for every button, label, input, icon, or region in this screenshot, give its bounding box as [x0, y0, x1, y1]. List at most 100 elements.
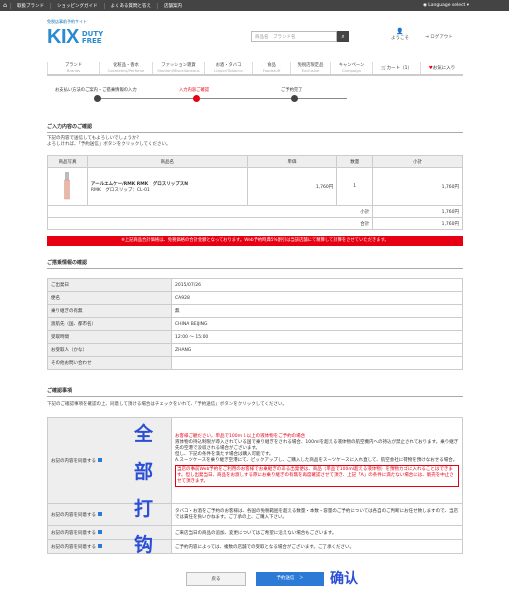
- agree-checkbox-3[interactable]: [98, 530, 102, 534]
- submit-reservation-button[interactable]: 予約送信 ＞: [256, 572, 324, 586]
- annotation-confirm: 确认: [330, 571, 358, 587]
- recipient: ZHANG: [171, 343, 463, 357]
- step-label-1: お支払い方法のご案内・ご搭乗情報の入力: [55, 88, 137, 93]
- col-name: 商品名: [86, 155, 248, 168]
- transfer: 無: [171, 304, 463, 318]
- col-qty: 数量: [336, 155, 374, 168]
- confirm-title: ご入力内容のご確認: [47, 123, 463, 133]
- lipgloss-image: [64, 171, 71, 199]
- cart-link[interactable]: 🛒 カート（1）: [372, 62, 420, 74]
- total-value: 1,760円: [372, 217, 463, 230]
- table-row: 乗り継ぎの有無無: [47, 304, 463, 318]
- order-table: 商品写真 商品名 単価 数量 小計 アールエムケー/RMK RMK グロスリップ…: [46, 155, 463, 230]
- terms-3: ご来店当日の商品の追加、変更についてはご希望に沿えない場合もございます。: [171, 525, 463, 540]
- subtotal-label: 小計: [46, 205, 374, 218]
- nav-fashion[interactable]: ファッション雑貨 Fashion/Miscellaneous: [152, 62, 204, 74]
- line-subtotal: 1,760円: [372, 167, 463, 206]
- terms-1-c: A.スーツケースを乗り継ぎ空港にて、ピックアップし、ご購入した商品をスーツケース…: [175, 457, 458, 463]
- quantity: 1: [336, 167, 374, 206]
- terms-4: ご予約内容によっては、複数の店舗での受取となる場合がございます。ご了承ください。: [171, 539, 463, 554]
- logout-link[interactable]: ⇥ ログアウト: [425, 34, 453, 40]
- search-icon: ⌕: [341, 33, 345, 40]
- terms-1-a: 液体物の持込制限が導入されている国で乗り継ぎをされる場合、100mlを超える液体…: [175, 439, 459, 451]
- col-price: 単価: [246, 155, 338, 168]
- nav-food[interactable]: 食品 Foodstuff: [252, 62, 290, 74]
- steps-line: [97, 98, 347, 99]
- col-photo: 商品写真: [47, 155, 88, 168]
- col-subtotal: 小計: [372, 155, 463, 168]
- product-image[interactable]: [47, 167, 88, 206]
- logo-kix: KIX: [47, 26, 79, 48]
- agree-checkbox-2[interactable]: [98, 512, 102, 516]
- boarding-title: ご搭乗情報の確認: [47, 259, 463, 269]
- topbar-link-faq[interactable]: よくある質問と答え: [103, 2, 158, 9]
- row-label: その他お問い合わせ: [47, 356, 172, 370]
- terms-2: タバコ・お酒をご予約のお客様は、各国の免税範囲を超える数量・本数・容量のご予約に…: [171, 503, 463, 526]
- terms-1-warning: 当店の事前Web予約をご利用のお客様でお乗継ぎのある出発便は、商品（単品で100…: [175, 464, 459, 487]
- terms-desc: 下記のご確認事項を確認の上、同意して頂ける場合はチェックをいれて、「予約送信」ボ…: [47, 402, 287, 407]
- flight-number: CA928: [171, 291, 463, 305]
- table-row: お記の内容を同意する お客様ご観ださい。単品で100ｍｌ以上の液体物をご予約の場…: [47, 417, 463, 504]
- price-notice: ※上記商品合計価格は、免税価格の合計金額となっております。Web予約時典5%割引…: [47, 236, 463, 246]
- topbar-link-guide[interactable]: ショッピングガイド: [50, 2, 104, 9]
- departure-date: 2015/07/26: [171, 278, 463, 292]
- user-welcome[interactable]: 👤 ようこそ: [388, 28, 412, 41]
- confirm-desc-2: よろしければ、「予約送信」ボタンをクリックしてください。: [47, 142, 171, 147]
- table-row: お受取人（かな） ZHANG: [47, 343, 463, 357]
- unit-price: 1,760円: [246, 167, 338, 206]
- row-label: 受取時間: [47, 330, 172, 344]
- search-input[interactable]: 商品名 ブランド名: [251, 31, 337, 42]
- destination: CHINA BEIJING: [171, 317, 463, 331]
- table-row: お記の内容を同意する ご予約内容によっては、複数の店舗での受取となる場合がござい…: [47, 539, 463, 554]
- topbar-link-brands[interactable]: 取扱ブランド: [10, 2, 50, 9]
- topbar-link-stores[interactable]: 店舗案内: [157, 2, 188, 9]
- row-label: 渡航先（国、都市名）: [47, 317, 172, 331]
- table-row: 受取時間 12:00 ～ 15:00: [47, 330, 463, 344]
- annotation-char-4: 钩: [134, 534, 154, 556]
- nav-exclusive[interactable]: 免税店限定品 Exclusive: [290, 62, 330, 74]
- table-row: 便名 CA928: [47, 291, 463, 305]
- table-row: 渡航先（国、都市名） CHINA BEIJING: [47, 317, 463, 331]
- boarding-table: ご出発日 2015/07/26 便名 CA928 乗り継ぎの有無無 渡航先（国、都市…: [47, 278, 463, 370]
- step-dot-2: [193, 95, 200, 102]
- favorites-link[interactable]: ♥ お気に入り: [420, 62, 463, 74]
- user-icon: 👤: [396, 28, 404, 35]
- subtotal-value: 1,760円: [372, 205, 463, 218]
- agree-checkbox-4[interactable]: [98, 544, 102, 548]
- table-row: お記の内容を同意する タバコ・お酒をご予約のお客様は、各国の免税範囲を超える数量…: [47, 503, 463, 526]
- table-row: お記の内容を同意する ご来店当日の商品の追加、変更についてはご希望に沿えない場合…: [47, 525, 463, 540]
- logo-duty-free: DUTY FREE: [81, 29, 104, 45]
- nav-campaign[interactable]: キャンペーン Campaign: [330, 62, 372, 74]
- other-inquiry: [171, 356, 463, 370]
- row-label: お受取人（かな）: [47, 343, 172, 357]
- terms-table: お記の内容を同意する お客様ご観ださい。単品で100ｍｌ以上の液体物をご予約の場…: [47, 417, 463, 554]
- row-label: 便名: [47, 291, 172, 305]
- step-label-2: 入力内容ご確認: [179, 88, 210, 93]
- back-button[interactable]: 戻る: [186, 572, 246, 586]
- row-label: ご出発日: [47, 278, 172, 292]
- annotation-char-2: 部: [134, 461, 154, 483]
- step-dot-1: [94, 95, 101, 102]
- progress-steps: お支払い方法のご案内・ご搭乗情報の入力 入力内容ご確認 ご予約完了: [47, 86, 463, 108]
- nav-cosmetics[interactable]: 化粧品・香水 Cosmetics/Perfume: [99, 62, 152, 74]
- logo-tagline: 免税店事前予約サイト: [47, 19, 87, 24]
- table-row: その他お問い合わせ: [47, 356, 463, 370]
- annotation-char-3: 打: [134, 498, 154, 520]
- total-label: 合計: [46, 217, 374, 230]
- home-icon[interactable]: ⌂: [0, 2, 10, 9]
- table-row: ご出発日 2015/07/26: [47, 278, 463, 292]
- product-variant: RMK グロスリップ：CL-01: [90, 187, 150, 193]
- search-button[interactable]: ⌕: [337, 31, 349, 42]
- main-nav: ブランド Brands 化粧品・香水 Cosmetics/Perfume ファッショ…: [47, 62, 463, 76]
- language-select[interactable]: ◉ Language select ▾: [423, 3, 469, 8]
- pickup-time: 12:00 ～ 15:00: [171, 330, 463, 344]
- step-label-3: ご予約完了: [281, 88, 303, 93]
- top-bar: ⌂ 取扱ブランド ショッピングガイド よくある質問と答え 店舗案内 ◉ Lang…: [0, 0, 509, 11]
- agree-checkbox-1[interactable]: [98, 458, 102, 462]
- terms-title: ご確認事項: [47, 387, 463, 397]
- annotation-char-1: 全: [134, 423, 154, 445]
- nav-liquor[interactable]: お酒・タバコ Liquor/Tobacco: [204, 62, 252, 74]
- row-label: 乗り継ぎの有無: [47, 304, 172, 318]
- site-logo[interactable]: 免税店事前予約サイト KIX DUTY FREE: [47, 19, 103, 49]
- nav-brands[interactable]: ブランド Brands: [47, 62, 99, 74]
